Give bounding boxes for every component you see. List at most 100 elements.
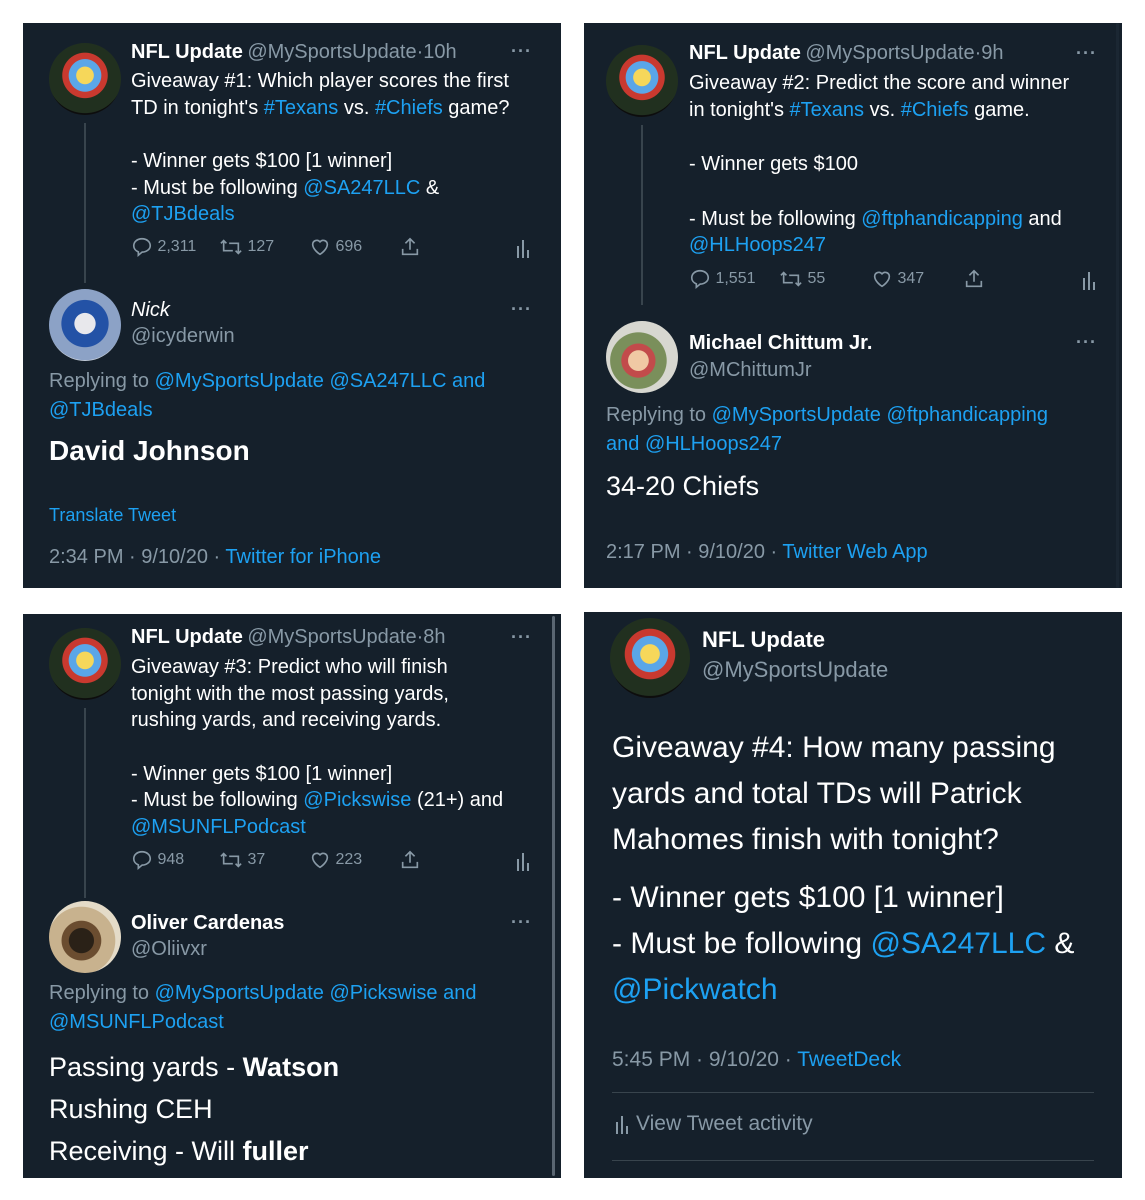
retweet-button[interactable]: 55	[779, 268, 825, 290]
more-icon[interactable]: ···	[511, 912, 532, 933]
mention-link[interactable]: @MySportsUpdate	[155, 982, 324, 1004]
author-name[interactable]: Nick	[131, 299, 235, 322]
mention-link[interactable]: @ftphandicapping	[861, 208, 1023, 230]
mention-link[interactable]: @HLHoops247	[645, 433, 782, 455]
like-button[interactable]: 347	[871, 268, 924, 290]
mention-link[interactable]: @TJBdeals	[49, 399, 153, 421]
author-name[interactable]: NFL Update	[702, 627, 888, 653]
replying-to: Replying to @MySportsUpdate @Pickswise a…	[49, 982, 477, 1033]
mention-link[interactable]: @MSUNFLPodcast	[131, 816, 306, 838]
tweet-actions: 1,551 55 347	[689, 268, 1099, 294]
view-tweet-activity-link[interactable]: View Tweet activity	[614, 1112, 813, 1136]
author-name[interactable]: NFL Update	[131, 626, 243, 648]
analytics-icon	[517, 853, 529, 871]
tweet-timestamp: 2:34 PM · 9/10/20 · Twitter for iPhone	[49, 546, 382, 568]
avatar[interactable]	[49, 628, 121, 700]
translate-tweet-link[interactable]: Translate Tweet	[49, 505, 176, 526]
tweet-text: Giveaway #2: Predict the score and winne…	[689, 72, 1070, 256]
analytics-button[interactable]	[1081, 270, 1097, 290]
avatar[interactable]	[606, 321, 678, 393]
author-handle[interactable]: @MySportsUpdate	[702, 657, 888, 683]
analytics-button[interactable]	[515, 851, 531, 871]
share-icon	[965, 269, 983, 288]
like-button[interactable]: 696	[309, 236, 362, 258]
retweet-button[interactable]: 37	[219, 849, 265, 871]
avatar[interactable]	[606, 45, 678, 117]
avatar[interactable]	[49, 901, 121, 973]
author-handle[interactable]: @MySportsUpdate	[805, 42, 974, 64]
author-handle[interactable]: @MySportsUpdate	[247, 626, 416, 648]
mention-link[interactable]: @MySportsUpdate	[712, 404, 881, 426]
mention-link[interactable]: @TJBdeals	[131, 203, 235, 225]
mention-link[interactable]: @SA247LLC	[870, 927, 1046, 960]
mention-link[interactable]: @HLHoops247	[689, 234, 826, 256]
tweet-panel-1: NFL Update @MySportsUpdate·10h ··· Givea…	[23, 23, 561, 588]
author-name[interactable]: NFL Update	[131, 41, 243, 63]
tweet-timestamp: 2:17 PM · 9/10/20 · Twitter Web App	[606, 541, 928, 563]
author-handle[interactable]: @MChittumJr	[689, 359, 872, 382]
avatar[interactable]	[49, 289, 121, 361]
mention-link[interactable]: @ftphandicapping	[881, 404, 1048, 426]
thread-line	[84, 123, 86, 283]
avatar[interactable]	[610, 618, 690, 698]
analytics-icon	[517, 240, 529, 258]
reply-icon	[132, 850, 152, 871]
more-icon[interactable]: ···	[1076, 43, 1097, 64]
more-icon[interactable]: ···	[511, 627, 532, 648]
tweet-source-link[interactable]: Twitter Web App	[782, 541, 927, 563]
reply-button[interactable]: 948	[131, 849, 184, 871]
hashtag-link[interactable]: #Chiefs	[901, 99, 969, 121]
share-button[interactable]	[399, 236, 421, 258]
thread-line	[84, 708, 86, 898]
analytics-icon	[1083, 272, 1095, 290]
hashtag-link[interactable]: #Chiefs	[375, 97, 443, 119]
reply-icon	[132, 237, 152, 258]
divider	[612, 1160, 1094, 1161]
reply-button[interactable]: 1,551	[689, 268, 756, 290]
tweet-source-link[interactable]: Twitter for iPhone	[225, 546, 381, 568]
tweet-panel-4: NFL Update @MySportsUpdate Giveaway #4: …	[584, 612, 1122, 1178]
scrollbar[interactable]	[552, 616, 555, 1176]
share-icon	[401, 237, 419, 256]
retweet-icon	[220, 239, 242, 255]
tweet-source-link[interactable]: TweetDeck	[797, 1048, 901, 1071]
more-icon[interactable]: ···	[511, 41, 532, 62]
mention-link[interactable]: @SA247LLC	[324, 370, 446, 392]
like-icon	[311, 239, 329, 256]
like-button[interactable]: 223	[309, 849, 362, 871]
tweet-text: Giveaway #4: How many passing yards and …	[612, 731, 1075, 1006]
mention-link[interactable]: @Pickswise	[303, 789, 411, 811]
analytics-button[interactable]	[515, 238, 531, 258]
reply-text: David Johnson	[49, 435, 250, 466]
tweet-time[interactable]: 8h	[423, 626, 445, 648]
like-icon	[873, 271, 891, 288]
author-name[interactable]: NFL Update	[689, 42, 801, 64]
more-icon[interactable]: ···	[1076, 332, 1097, 353]
retweet-icon	[220, 852, 242, 868]
author-handle[interactable]: @MySportsUpdate	[247, 41, 416, 63]
reply-button[interactable]: 2,311	[131, 236, 196, 258]
hashtag-link[interactable]: #Texans	[264, 97, 339, 119]
mention-link[interactable]: @Pickwatch	[612, 973, 778, 1006]
mention-link[interactable]: @MSUNFLPodcast	[49, 1011, 224, 1033]
tweet-time[interactable]: 9h	[981, 42, 1003, 64]
tweet-actions: 2,311 127 696	[131, 236, 541, 262]
mention-link[interactable]: @Pickswise	[324, 982, 437, 1004]
author-name[interactable]: Oliver Cardenas	[131, 912, 284, 935]
hashtag-link[interactable]: #Texans	[790, 99, 865, 121]
author-name[interactable]: Michael Chittum Jr.	[689, 332, 872, 355]
more-icon[interactable]: ···	[511, 299, 532, 320]
share-button[interactable]	[399, 849, 421, 871]
share-icon	[401, 850, 419, 869]
tweet-time[interactable]: 10h	[423, 41, 456, 63]
mention-link[interactable]: @MySportsUpdate	[155, 370, 324, 392]
scrollbar[interactable]	[1116, 23, 1119, 588]
avatar[interactable]	[49, 43, 121, 115]
author-handle[interactable]: @Oliivxr	[131, 938, 284, 961]
reply-icon	[690, 269, 710, 290]
analytics-icon	[616, 1116, 628, 1135]
mention-link[interactable]: @SA247LLC	[303, 177, 420, 199]
retweet-button[interactable]: 127	[219, 236, 274, 258]
author-handle[interactable]: @icyderwin	[131, 325, 235, 348]
share-button[interactable]	[963, 268, 985, 290]
